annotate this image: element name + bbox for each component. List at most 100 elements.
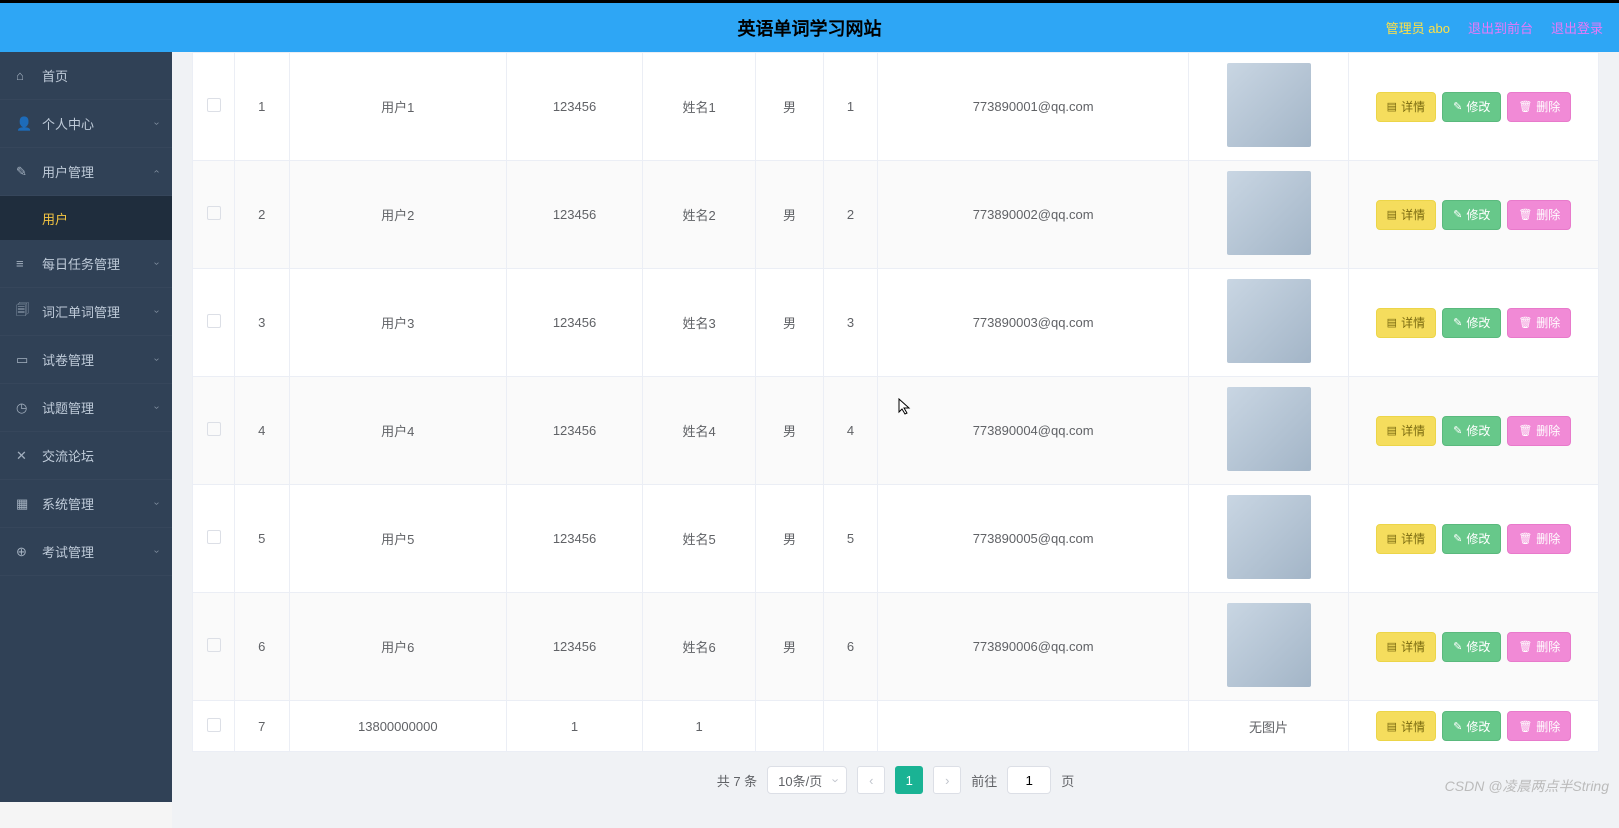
sidebar-subitem-2-0[interactable]: 用户	[0, 196, 172, 240]
sidebar-item-3[interactable]: ≡每日任务管理›	[0, 240, 172, 288]
cell-email: 773890006@qq.com	[878, 593, 1189, 701]
row-checkbox[interactable]	[207, 206, 221, 220]
delete-button[interactable]: 🗑删除	[1507, 524, 1571, 554]
detail-button[interactable]: ▤详情	[1376, 632, 1436, 662]
row-checkbox[interactable]	[207, 98, 221, 112]
sidebar-item-2[interactable]: ✎用户管理›	[0, 148, 172, 196]
row-checkbox[interactable]	[207, 638, 221, 652]
detail-button[interactable]: ▤详情	[1376, 200, 1436, 230]
cell-avatar: 无图片	[1189, 701, 1349, 752]
cell-gender: 男	[756, 377, 824, 485]
menu-label: 每日任务管理	[42, 254, 120, 273]
logout-link[interactable]: 退出登录	[1551, 18, 1603, 37]
menu-icon: ⊕	[16, 544, 32, 560]
cell-name: 姓名2	[643, 161, 756, 269]
delete-button[interactable]: 🗑删除	[1507, 711, 1571, 741]
cell-avatar	[1189, 377, 1349, 485]
trash-icon: 🗑	[1518, 532, 1532, 545]
edit-button[interactable]: ✎修改	[1442, 308, 1501, 338]
sidebar-item-4[interactable]: 🗐词汇单词管理›	[0, 288, 172, 336]
sidebar-item-6[interactable]: ◷试题管理›	[0, 384, 172, 432]
row-checkbox[interactable]	[207, 718, 221, 732]
page-next-button[interactable]: ›	[933, 766, 961, 794]
cell-email: 773890002@qq.com	[878, 161, 1189, 269]
sidebar-item-5[interactable]: ▭ 试卷管理 ›	[0, 336, 172, 384]
edit-button[interactable]: ✎修改	[1442, 416, 1501, 446]
cell-num: 2	[823, 161, 878, 269]
detail-button[interactable]: ▤详情	[1376, 92, 1436, 122]
cell-email	[878, 701, 1189, 752]
cell-name: 姓名4	[643, 377, 756, 485]
menu-icon: ▭	[16, 352, 32, 368]
sidebar-item-1[interactable]: 👤个人中心›	[0, 100, 172, 148]
row-checkbox[interactable]	[207, 422, 221, 436]
edit-button[interactable]: ✎修改	[1442, 92, 1501, 122]
main-content: 1用户1123456姓名1男1773890001@qq.com▤详情✎修改🗑删除…	[172, 52, 1619, 828]
detail-button[interactable]: ▤详情	[1376, 524, 1436, 554]
cell-name: 姓名6	[643, 593, 756, 701]
menu-label: 试卷管理	[42, 350, 94, 369]
menu-label: 用户管理	[42, 162, 94, 181]
sidebar-item-7[interactable]: ✕交流论坛	[0, 432, 172, 480]
menu-label: 个人中心	[42, 114, 94, 133]
cell-actions: ▤详情✎修改🗑删除	[1349, 593, 1599, 701]
cell-actions: ▤详情✎修改🗑删除	[1349, 53, 1599, 161]
chevron-icon: ›	[151, 358, 162, 361]
cell-email: 773890005@qq.com	[878, 485, 1189, 593]
cell-email: 773890003@qq.com	[878, 269, 1189, 377]
pagination: 共 7 条 10条/页 ‹ 1 › 前往 页	[172, 752, 1619, 808]
user-table-wrap: 1用户1123456姓名1男1773890001@qq.com▤详情✎修改🗑删除…	[192, 52, 1599, 752]
delete-button[interactable]: 🗑删除	[1507, 632, 1571, 662]
row-checkbox[interactable]	[207, 530, 221, 544]
delete-button[interactable]: 🗑删除	[1507, 200, 1571, 230]
cell-username: 用户6	[289, 593, 506, 701]
detail-button[interactable]: ▤详情	[1376, 711, 1436, 741]
detail-button[interactable]: ▤详情	[1376, 416, 1436, 446]
delete-button[interactable]: 🗑删除	[1507, 416, 1571, 446]
cell-password: 123456	[507, 269, 643, 377]
page-number-button[interactable]: 1	[895, 766, 923, 794]
list-icon: ▤	[1387, 316, 1397, 329]
table-row: 4用户4123456姓名4男4773890004@qq.com▤详情✎修改🗑删除	[193, 377, 1599, 485]
delete-button[interactable]: 🗑删除	[1507, 308, 1571, 338]
page-prev-button[interactable]: ‹	[857, 766, 885, 794]
row-checkbox[interactable]	[207, 314, 221, 328]
logout-to-front-link[interactable]: 退出到前台	[1468, 18, 1533, 37]
cell-avatar	[1189, 161, 1349, 269]
cell-password: 123456	[507, 377, 643, 485]
trash-icon: 🗑	[1518, 100, 1532, 113]
detail-button[interactable]: ▤详情	[1376, 308, 1436, 338]
trash-icon: 🗑	[1518, 720, 1532, 733]
cell-actions: ▤详情✎修改🗑删除	[1349, 269, 1599, 377]
cell-email: 773890001@qq.com	[878, 53, 1189, 161]
page-size-select[interactable]: 10条/页	[767, 766, 847, 794]
edit-icon: ✎	[1453, 532, 1462, 545]
cell-actions: ▤详情✎修改🗑删除	[1349, 485, 1599, 593]
list-icon: ▤	[1387, 424, 1397, 437]
edit-button[interactable]: ✎修改	[1442, 711, 1501, 741]
table-row: 5用户5123456姓名5男5773890005@qq.com▤详情✎修改🗑删除	[193, 485, 1599, 593]
chevron-icon: ›	[151, 550, 162, 553]
sidebar-item-8[interactable]: ▦系统管理›	[0, 480, 172, 528]
avatar	[1227, 279, 1311, 363]
edit-button[interactable]: ✎修改	[1442, 632, 1501, 662]
cell-username: 用户5	[289, 485, 506, 593]
delete-button[interactable]: 🗑删除	[1507, 92, 1571, 122]
edit-button[interactable]: ✎修改	[1442, 524, 1501, 554]
chevron-icon: ›	[151, 262, 162, 265]
edit-button[interactable]: ✎修改	[1442, 200, 1501, 230]
admin-link[interactable]: 管理员 abo	[1386, 18, 1450, 37]
sidebar-item-9[interactable]: ⊕考试管理›	[0, 528, 172, 576]
trash-icon: 🗑	[1518, 640, 1532, 653]
cell-actions: ▤详情✎修改🗑删除	[1349, 161, 1599, 269]
cell-num: 1	[823, 53, 878, 161]
goto-suffix: 页	[1061, 771, 1074, 790]
trash-icon: 🗑	[1518, 208, 1532, 221]
cell-password: 123456	[507, 485, 643, 593]
table-row: 3用户3123456姓名3男3773890003@qq.com▤详情✎修改🗑删除	[193, 269, 1599, 377]
list-icon: ▤	[1387, 720, 1397, 733]
goto-page-input[interactable]	[1007, 766, 1051, 794]
list-icon: ▤	[1387, 208, 1397, 221]
cell-actions: ▤详情✎修改🗑删除	[1349, 377, 1599, 485]
sidebar-item-0[interactable]: ⌂首页	[0, 52, 172, 100]
